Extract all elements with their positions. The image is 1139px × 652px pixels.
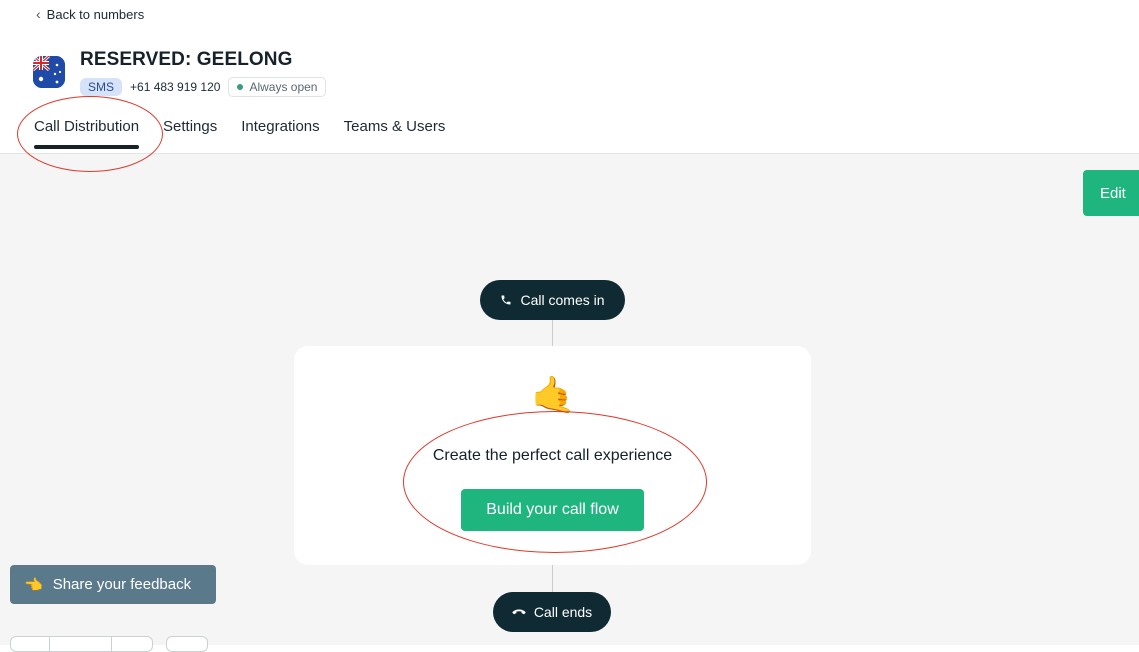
call-ends-label: Call ends bbox=[533, 604, 593, 620]
share-feedback-label: Share your feedback bbox=[52, 576, 192, 593]
back-link-label: Back to numbers bbox=[46, 6, 145, 22]
tab-settings[interactable]: Settings bbox=[163, 118, 217, 149]
status-dot-icon bbox=[237, 84, 244, 90]
tab-teams-users[interactable]: Teams & Users bbox=[344, 118, 446, 149]
tab-integrations[interactable]: Integrations bbox=[241, 118, 319, 149]
share-feedback-button[interactable]: 👈 Share your feedback bbox=[10, 565, 216, 604]
zoom-controls[interactable] bbox=[10, 636, 153, 652]
page-title: RESERVED: GEELONG bbox=[80, 49, 293, 70]
call-ends-node[interactable]: Call ends bbox=[493, 592, 611, 632]
australia-flag-icon bbox=[33, 56, 65, 88]
back-to-numbers-link[interactable]: ‹ Back to numbers bbox=[36, 6, 144, 22]
phone-number: +61 483 919 120 bbox=[130, 80, 221, 94]
flow-connector-bottom bbox=[552, 565, 553, 593]
tab-call-distribution[interactable]: Call Distribution bbox=[34, 118, 140, 149]
build-call-flow-button[interactable]: Build your call flow bbox=[461, 489, 644, 531]
page-header: ‹ Back to numbers RESERVED: GEELONG SMS … bbox=[0, 0, 1139, 154]
phone-icon bbox=[501, 295, 511, 305]
zoom-divider bbox=[111, 637, 112, 651]
tab-bar: Call Distribution Settings Integrations … bbox=[34, 118, 469, 149]
call-comes-in-label: Call comes in bbox=[520, 292, 605, 308]
zoom-divider bbox=[49, 637, 50, 651]
empty-flow-text: Create the perfect call experience bbox=[432, 447, 673, 464]
chevron-left-icon: ‹ bbox=[36, 6, 41, 22]
fit-view-button[interactable] bbox=[166, 636, 208, 652]
number-meta: SMS +61 483 919 120 Always open bbox=[80, 77, 327, 97]
call-comes-in-node[interactable]: Call comes in bbox=[480, 280, 625, 320]
status-label: Always open bbox=[249, 80, 318, 94]
flow-connector-top bbox=[552, 320, 553, 346]
status-badge: Always open bbox=[228, 77, 327, 97]
edit-button[interactable]: Edit bbox=[1083, 170, 1139, 216]
sms-badge: SMS bbox=[80, 78, 123, 96]
hang-up-icon bbox=[512, 609, 526, 615]
call-me-hand-icon: 🤙 bbox=[531, 374, 576, 415]
pointing-hand-icon: 👈 bbox=[24, 576, 43, 594]
